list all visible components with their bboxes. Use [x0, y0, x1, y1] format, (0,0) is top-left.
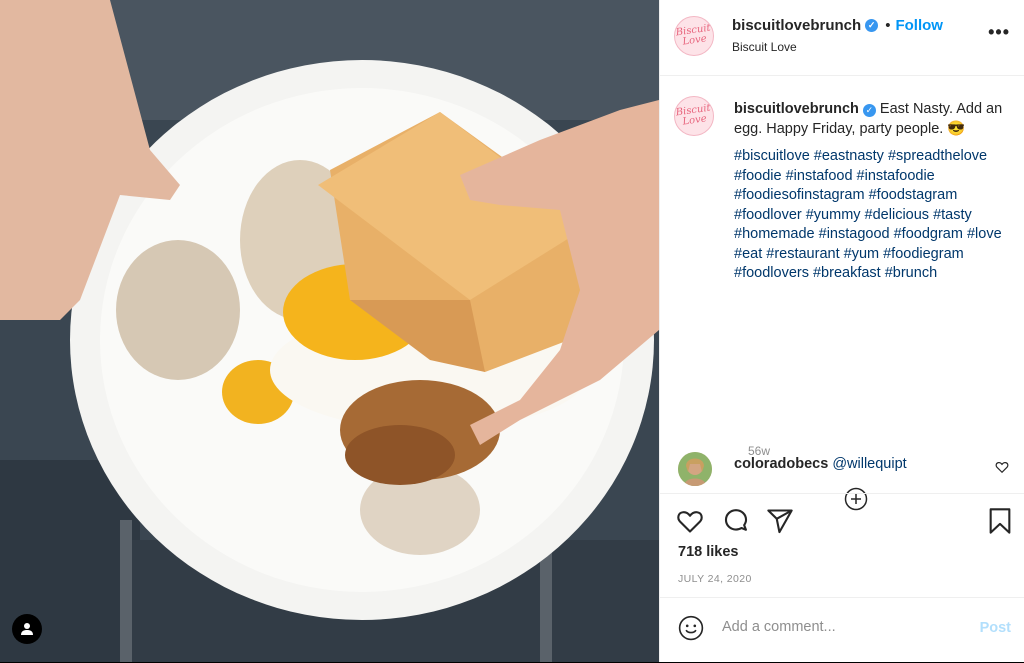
add-comment-bar: Post: [660, 597, 1024, 663]
profile-avatar[interactable]: Biscuit Love: [674, 16, 714, 56]
caption-body: biscuitlovebrunch ✓ East Nasty. Add an eg…: [734, 100, 1004, 284]
post-actions: 718 likes JULY 24, 2020: [660, 493, 1024, 604]
likes-count[interactable]: 718 likes: [678, 544, 738, 560]
bookmark-icon[interactable]: [986, 507, 1014, 535]
post-comment-button[interactable]: Post: [980, 620, 1011, 636]
comment-row: coloradobecs @willequipt: [674, 452, 1009, 492]
post-date[interactable]: JULY 24, 2020: [678, 573, 752, 585]
caption-avatar[interactable]: Biscuit Love: [674, 96, 714, 136]
post-side-panel: Biscuit Love biscuitlovebrunch ✓ • Follo…: [659, 0, 1024, 662]
heart-icon[interactable]: [676, 507, 704, 535]
caption-hashtags[interactable]: #biscuitlove #eastnasty #spreadthelove #…: [734, 147, 1004, 284]
avatar-logo: Biscuit Love: [675, 102, 712, 128]
comment-username[interactable]: coloradobecs: [734, 456, 828, 472]
share-icon[interactable]: [766, 507, 794, 535]
user-icon: [21, 623, 33, 635]
commenter-avatar[interactable]: [678, 452, 712, 486]
emoji-icon[interactable]: [678, 615, 704, 641]
location-link[interactable]: Biscuit Love: [732, 40, 797, 54]
more-icon[interactable]: •••: [988, 22, 1010, 43]
follow-button[interactable]: Follow: [895, 17, 943, 34]
separator-dot: •: [885, 17, 891, 34]
comment-icon[interactable]: [722, 507, 750, 535]
post-header: Biscuit Love biscuitlovebrunch ✓ • Follo…: [660, 0, 1024, 76]
avatar-logo: Biscuit Love: [675, 22, 712, 48]
verified-icon: ✓: [865, 19, 879, 32]
comment-input[interactable]: [722, 619, 952, 635]
food-image: [0, 0, 659, 662]
post-photo[interactable]: [0, 0, 659, 662]
caption-username[interactable]: biscuitlovebrunch: [734, 101, 859, 117]
verified-icon: ✓: [862, 104, 876, 117]
comment-mention[interactable]: @willequipt: [832, 456, 906, 472]
header-username[interactable]: biscuitlovebrunch: [732, 17, 861, 34]
avatar-image: [678, 452, 712, 486]
tagged-users-button[interactable]: [12, 614, 42, 644]
comment-text: coloradobecs @willequipt: [734, 456, 907, 472]
header-user-row: biscuitlovebrunch ✓ • Follow: [732, 17, 943, 34]
heart-icon[interactable]: [995, 460, 1009, 474]
